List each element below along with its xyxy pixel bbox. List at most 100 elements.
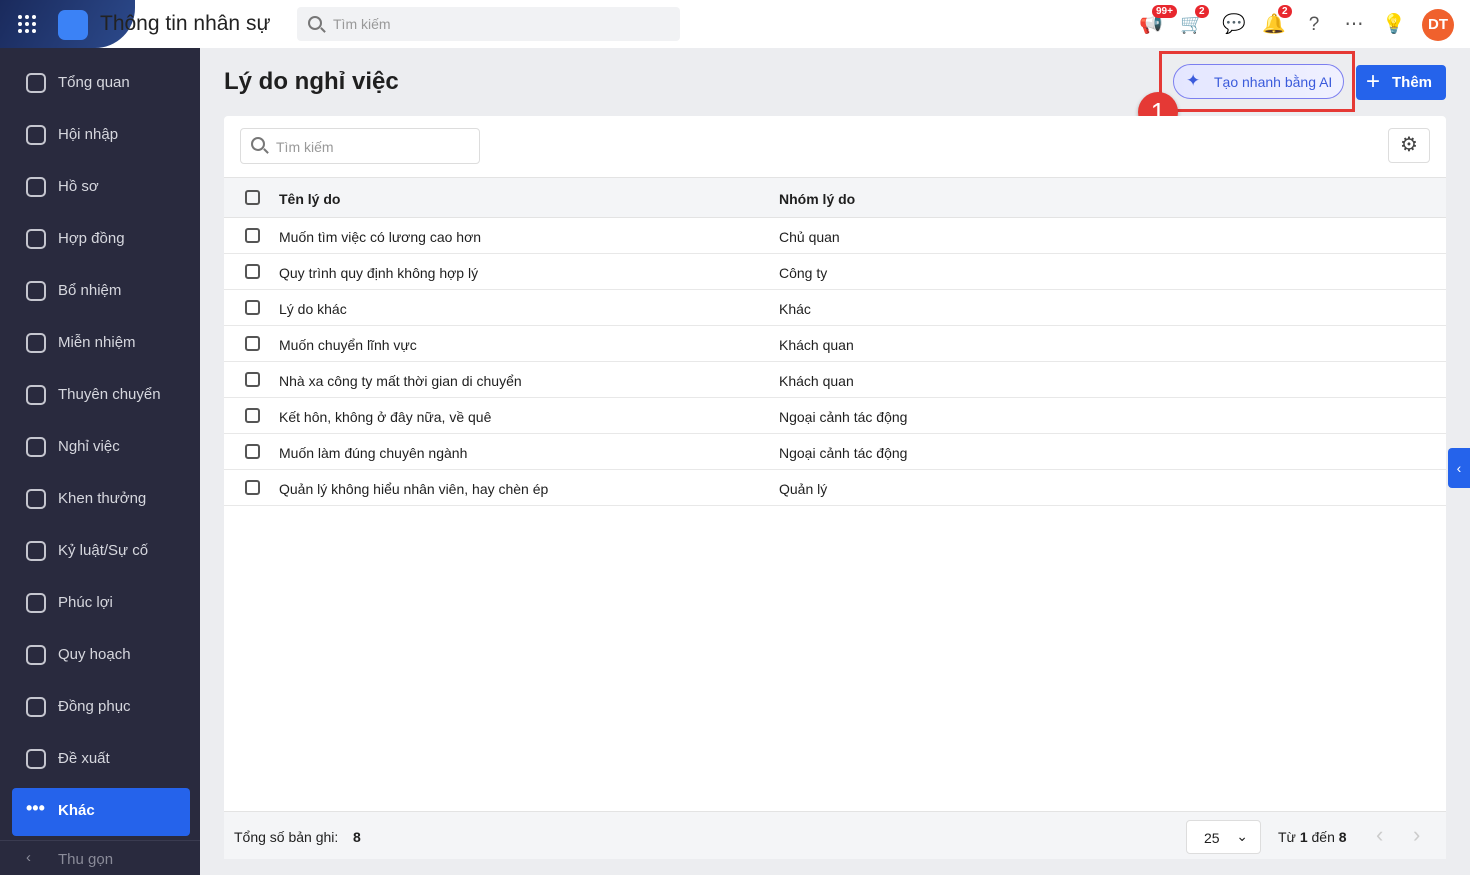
reason-group: Chủ quan	[779, 229, 840, 245]
home-icon	[26, 73, 46, 93]
sidebar-item-hoi-nhap[interactable]: Hội nhập	[12, 112, 190, 160]
table-row[interactable]: Quản lý không hiểu nhân viên, hay chèn é…	[224, 470, 1446, 506]
reason-name: Quy trình quy định không hợp lý	[279, 265, 479, 281]
table-row[interactable]: Kết hôn, không ở đây nữa, về quê Ngoại cả…	[224, 398, 1446, 434]
row-checkbox[interactable]	[245, 264, 260, 279]
chevron-left-icon: ‹	[26, 849, 31, 866]
sidebar-item-ho-so[interactable]: Hồ sơ	[12, 164, 190, 212]
sidebar-item-ky-luat[interactable]: Kỷ luật/Sự cố	[12, 528, 190, 576]
table-row[interactable]: Muốn làm đúng chuyên ngành Ngoại cảnh tác…	[224, 434, 1446, 470]
user-leave-icon	[26, 437, 46, 457]
search-icon	[251, 137, 265, 151]
row-checkbox[interactable]	[245, 444, 260, 459]
row-checkbox[interactable]	[245, 408, 260, 423]
reason-name: Muốn làm đúng chuyên ngành	[279, 445, 468, 461]
page-size-value: 25	[1204, 830, 1220, 846]
app-grid-icon[interactable]	[18, 15, 36, 33]
content-panel: Tìm kiếm ⚙ Tên lý do Nhóm lý do Muốn tìm…	[224, 116, 1446, 859]
table-row[interactable]: Nhà xa công ty mất thời gian di chuyển Kh…	[224, 362, 1446, 398]
reason-name: Muốn tìm việc có lương cao hơn	[279, 229, 482, 245]
column-header-name[interactable]: Tên lý do	[279, 191, 340, 207]
settings-button[interactable]: ⚙	[1388, 128, 1430, 163]
proposal-icon	[26, 749, 46, 769]
sidebar: Tổng quan Hội nhập Hồ sơ Hợp đồng Bổ nhi…	[0, 48, 200, 875]
row-checkbox[interactable]	[245, 228, 260, 243]
sidebar-item-label: Quy hoạch	[58, 646, 131, 663]
page-title: Lý do nghỉ việc	[224, 68, 399, 95]
page-range: Từ 1 đến 8	[1278, 829, 1347, 845]
chevron-down-icon: ⌄	[1236, 828, 1248, 844]
sidebar-item-thuyen-chuyen[interactable]: Thuyên chuyển	[12, 372, 190, 420]
group-icon	[26, 125, 46, 145]
notification-badge: 2	[1278, 5, 1292, 18]
row-checkbox[interactable]	[245, 372, 260, 387]
table-row[interactable]: Lý do khác Khác	[224, 290, 1446, 326]
sidebar-item-label: Phúc lợi	[58, 594, 113, 611]
highlight-box	[1159, 51, 1355, 112]
sidebar-item-hop-dong[interactable]: Hợp đồng	[12, 216, 190, 264]
range-to: 8	[1338, 829, 1347, 845]
global-search-input[interactable]: Tìm kiếm	[297, 7, 680, 41]
table-row[interactable]: Muốn chuyển lĩnh vực Khách quan	[224, 326, 1446, 362]
sidebar-item-label: Khác	[58, 802, 95, 819]
sidebar-item-bo-nhiem[interactable]: Bổ nhiệm	[12, 268, 190, 316]
sidebar-item-label: Bổ nhiệm	[58, 282, 122, 299]
total-label: Tổng số bản ghi:	[234, 829, 339, 845]
reason-name: Muốn chuyển lĩnh vực	[279, 337, 417, 353]
sidebar-item-khen-thuong[interactable]: Khen thưởng	[12, 476, 190, 524]
avatar[interactable]: DT	[1422, 9, 1454, 41]
table-row[interactable]: Muốn tìm việc có lương cao hơn Chủ quan	[224, 218, 1446, 254]
reason-group: Công ty	[779, 265, 828, 281]
collapse-sidebar-button[interactable]: ‹ Thu gọn	[0, 840, 200, 875]
chat-icon[interactable]: 💬	[1222, 13, 1246, 37]
sidebar-item-dong-phuc[interactable]: Đồng phục	[12, 684, 190, 732]
expand-panel-tab[interactable]: ‹	[1448, 448, 1470, 488]
benefit-icon	[26, 593, 46, 613]
range-from: 1	[1299, 829, 1308, 845]
more-icon[interactable]: ⋯	[1342, 13, 1366, 37]
prev-page-button[interactable]: ‹	[1376, 822, 1383, 848]
next-page-button[interactable]: ›	[1413, 822, 1420, 848]
reason-group: Quản lý	[779, 481, 828, 497]
shield-icon	[26, 541, 46, 561]
search-icon	[308, 16, 322, 30]
award-icon	[26, 489, 46, 509]
reason-group: Ngoại cảnh tác động	[779, 445, 908, 461]
chevron-left-icon: ‹	[1456, 460, 1462, 476]
reason-group: Ngoại cảnh tác động	[779, 409, 908, 425]
add-button[interactable]: + Thêm	[1356, 65, 1446, 100]
row-checkbox[interactable]	[245, 336, 260, 351]
table-footer: Tổng số bản ghi: 8 25 ⌄ Từ 1 đến 8 ‹ ›	[224, 811, 1446, 859]
sidebar-item-quy-hoach[interactable]: Quy hoạch	[12, 632, 190, 680]
page-size-select[interactable]: 25 ⌄	[1186, 820, 1261, 854]
sidebar-item-mien-nhiem[interactable]: Miễn nhiệm	[12, 320, 190, 368]
shirt-icon	[26, 697, 46, 717]
table-row[interactable]: Quy trình quy định không hợp lý Công ty	[224, 254, 1446, 290]
sidebar-item-khac[interactable]: ••• Khác	[12, 788, 190, 836]
row-checkbox[interactable]	[245, 300, 260, 315]
sidebar-item-de-xuat[interactable]: Đề xuất	[12, 736, 190, 784]
plus-icon: +	[1366, 68, 1381, 95]
range-from-label: Từ	[1278, 829, 1296, 845]
sidebar-item-label: Nghỉ việc	[58, 438, 120, 455]
sidebar-item-label: Miễn nhiệm	[58, 334, 136, 351]
help-icon[interactable]: ?	[1302, 13, 1326, 37]
sidebar-item-nghi-viec[interactable]: Nghỉ việc	[12, 424, 190, 472]
sidebar-item-label: Hồ sơ	[58, 178, 99, 195]
sidebar-item-phuc-loi[interactable]: Phúc lợi	[12, 580, 190, 628]
column-header-group[interactable]: Nhóm lý do	[779, 191, 855, 207]
top-bar: Thông tin nhân sự Tìm kiếm 📢 99+ 🛒 2 💬 🔔…	[0, 0, 1470, 48]
sidebar-item-label: Đề xuất	[58, 750, 110, 767]
row-checkbox[interactable]	[245, 480, 260, 495]
reason-name: Kết hôn, không ở đây nữa, về quê	[279, 409, 492, 425]
reason-name: Quản lý không hiểu nhân viên, hay chèn é…	[279, 481, 549, 497]
sidebar-item-tong-quan[interactable]: Tổng quan	[12, 60, 190, 108]
table-search-input[interactable]: Tìm kiếm	[240, 128, 480, 164]
user-add-icon	[26, 281, 46, 301]
idea-book-icon[interactable]: 💡	[1382, 13, 1406, 37]
total-count: 8	[353, 829, 361, 845]
sidebar-item-label: Đồng phục	[58, 698, 131, 715]
sidebar-item-label: Kỷ luật/Sự cố	[58, 542, 149, 559]
select-all-checkbox[interactable]	[245, 190, 260, 205]
cart-badge: 2	[1195, 5, 1209, 18]
